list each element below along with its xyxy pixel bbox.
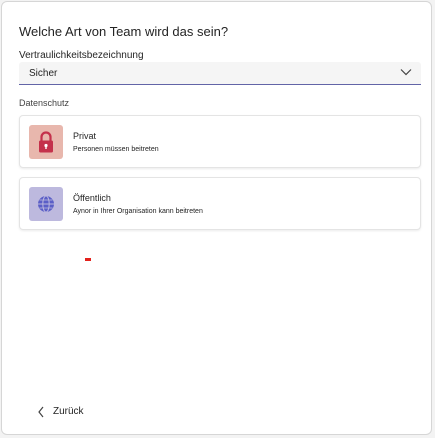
option-title-private: Privat	[73, 131, 97, 141]
lock-icon	[39, 131, 53, 153]
team-type-dialog: Welche Art von Team wird das sein? Vertr…	[1, 1, 432, 435]
privacy-option-public[interactable]: Öffentlich Aynor in Ihrer Organisation k…	[19, 177, 421, 230]
privacy-option-private[interactable]: Privat Personen müssen beitreten	[19, 115, 421, 168]
lock-icon-tile	[29, 125, 63, 159]
sensitivity-select[interactable]: Sicher	[19, 62, 421, 85]
sensitivity-select-value: Sicher	[29, 68, 58, 79]
chevron-left-icon	[38, 406, 44, 418]
globe-icon-tile	[29, 187, 63, 221]
sensitivity-label: Vertraulichkeitsbezeichnung	[19, 50, 144, 61]
option-desc-private: Personen müssen beitreten	[73, 146, 159, 153]
privacy-label: Datenschutz	[19, 98, 70, 108]
option-title-public: Öffentlich	[73, 193, 111, 203]
chevron-down-icon	[400, 69, 412, 76]
globe-icon	[38, 195, 54, 213]
dialog-title: Welche Art von Team wird das sein?	[19, 24, 229, 39]
marker-dash	[85, 258, 91, 261]
option-desc-public: Aynor in Ihrer Organisation kann beitret…	[73, 208, 203, 215]
back-label: Zurück	[53, 406, 84, 417]
